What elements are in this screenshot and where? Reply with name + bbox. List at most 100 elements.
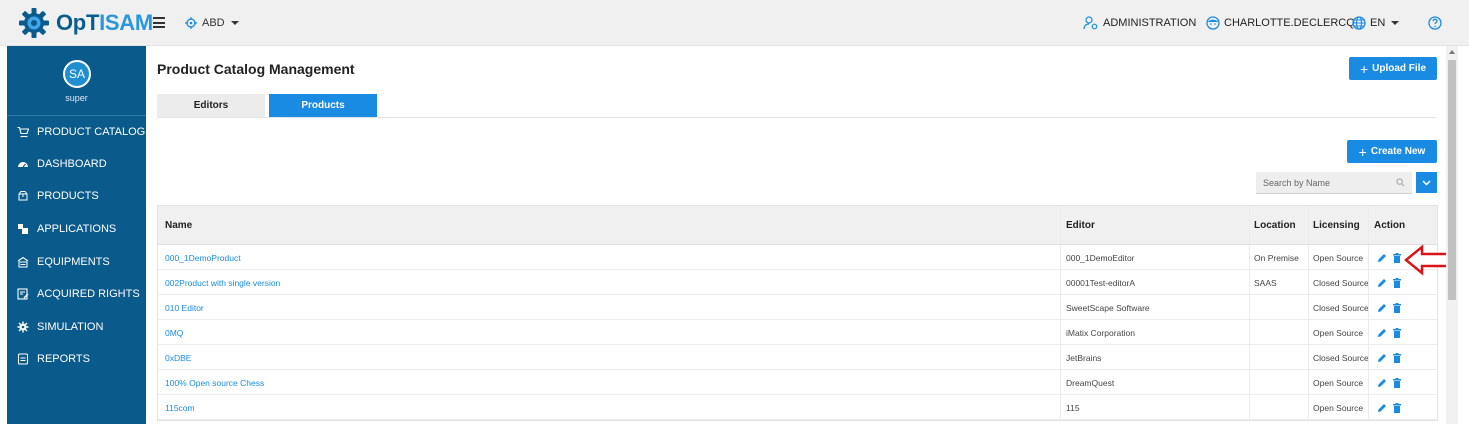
search-input[interactable] (1263, 177, 1383, 188)
action-cell (1377, 295, 1401, 320)
avatar[interactable]: SA (63, 60, 91, 88)
column-header-location[interactable]: Location (1254, 206, 1296, 245)
sidebar-item-label: PRODUCTS (37, 190, 99, 202)
tab-editors[interactable]: Editors (157, 94, 265, 117)
products-table: Name Editor Location Licensing Action 00… (157, 205, 1438, 421)
search-icon[interactable] (1396, 178, 1405, 187)
create-new-button[interactable]: + Create New (1347, 140, 1437, 163)
top-bar: OpTISAM ABD ADMINISTRATION CHARLOTTE.DEC… (0, 0, 1469, 46)
column-header-name[interactable]: Name (165, 206, 192, 245)
edit-pencil-icon[interactable] (1377, 353, 1387, 363)
licensing-cell: Closed Source (1313, 352, 1369, 363)
search-options-button[interactable] (1416, 172, 1437, 193)
user-label: CHARLOTTE.DECLERCQ (1224, 17, 1355, 29)
action-cell (1377, 270, 1401, 295)
edit-pencil-icon[interactable] (1377, 303, 1387, 313)
upload-file-button[interactable]: + Upload File (1349, 57, 1437, 80)
server-icon (17, 256, 29, 268)
column-header-licensing[interactable]: Licensing (1313, 206, 1360, 245)
menu-toggle-icon[interactable] (153, 17, 165, 28)
create-new-label: Create New (1370, 146, 1426, 157)
edit-pencil-icon[interactable] (1377, 378, 1387, 388)
sidebar-item-products[interactable]: PRODUCTS (17, 188, 99, 204)
language-label: EN (1370, 17, 1386, 29)
tenant-label: ABD (202, 17, 225, 29)
edit-pencil-icon[interactable] (1377, 253, 1387, 263)
rights-icon (17, 288, 29, 300)
sidebar-item-product-catalog[interactable]: PRODUCT CATALOG (17, 124, 145, 140)
column-header-action: Action (1374, 220, 1406, 231)
sidebar-item-applications[interactable]: APPLICATIONS (17, 221, 116, 237)
cart-icon (17, 126, 29, 138)
page-title: Product Catalog Management (157, 61, 355, 77)
action-cell (1377, 245, 1401, 270)
scroll-up-arrow-icon[interactable] (1449, 50, 1455, 54)
upload-file-label: Upload File (1372, 63, 1427, 74)
licensing-cell: Closed Source (1313, 302, 1369, 313)
action-cell (1377, 395, 1401, 420)
sidebar-item-label: APPLICATIONS (37, 223, 117, 235)
edit-pencil-icon[interactable] (1377, 278, 1387, 288)
sidebar-item-simulation[interactable]: SIMULATION (17, 319, 103, 335)
table-header: Name Editor Location Licensing Action (158, 206, 1437, 245)
editor-cell: DreamQuest (1066, 377, 1115, 388)
licensing-cell: Open Source (1313, 327, 1364, 338)
sidebar-item-label: REPORTS (37, 353, 90, 365)
chevron-down-icon (1422, 179, 1431, 186)
action-cell (1377, 320, 1401, 345)
delete-trash-icon[interactable] (1393, 402, 1401, 413)
table-row: 010 Editor SweetScape Software Closed Sour… (158, 295, 1437, 320)
tenant-selector[interactable]: ABD (185, 14, 239, 32)
table-row: 000_1DemoProduct 000_1DemoEditor On Premis… (158, 245, 1437, 270)
sidebar-item-dashboard[interactable]: DASHBOARD (17, 156, 107, 172)
chevron-down-icon (230, 21, 239, 25)
product-name-link[interactable]: 010 Editor (165, 295, 204, 320)
product-name-link[interactable]: 000_1DemoProduct (165, 245, 241, 270)
box-icon (18, 191, 28, 201)
sidebar-item-equipments[interactable]: EQUIPMENTS (17, 254, 110, 270)
vertical-scrollbar[interactable] (1446, 46, 1458, 424)
product-name-link[interactable]: 0MQ (165, 320, 183, 345)
table-row: 0MQ iMatix Corporation Open Source (158, 320, 1437, 345)
app-logo[interactable]: OpTISAM (18, 6, 153, 40)
edit-pencil-icon[interactable] (1377, 403, 1387, 413)
delete-trash-icon[interactable] (1393, 327, 1401, 338)
editor-cell: SweetScape Software (1066, 302, 1150, 313)
product-name-link[interactable]: 115com (165, 395, 195, 420)
sidebar-item-acquired-rights[interactable]: ACQUIRED RIGHTS (17, 286, 140, 302)
delete-trash-icon[interactable] (1393, 352, 1401, 363)
delete-trash-icon[interactable] (1393, 277, 1401, 288)
product-name-link[interactable]: 0xDBE (165, 345, 191, 370)
cubes-icon (18, 224, 28, 234)
chevron-down-icon (1391, 21, 1400, 25)
search-field (1256, 172, 1412, 194)
username: super (65, 93, 88, 103)
licensing-cell: Open Source (1313, 252, 1364, 263)
crosshair-icon (185, 17, 197, 29)
language-selector[interactable]: EN (1352, 14, 1400, 32)
delete-trash-icon[interactable] (1393, 377, 1401, 388)
app-name: OpTISAM (56, 10, 153, 35)
column-header-editor[interactable]: Editor (1066, 206, 1095, 245)
editor-cell: 000_1DemoEditor (1066, 252, 1135, 263)
product-name-link[interactable]: 100% Open source Chess (165, 370, 264, 395)
user-menu[interactable]: CHARLOTTE.DECLERCQ (1206, 14, 1355, 32)
licensing-cell: Open Source (1313, 402, 1364, 413)
scroll-thumb[interactable] (1448, 60, 1456, 300)
sidebar-item-label: ACQUIRED RIGHTS (37, 288, 140, 300)
administration-link[interactable]: ADMINISTRATION (1083, 14, 1196, 32)
globe-icon (1352, 16, 1366, 30)
delete-trash-icon[interactable] (1393, 302, 1401, 313)
report-icon (17, 353, 29, 365)
licensing-cell: Open Source (1313, 377, 1364, 388)
sidebar: SA super PRODUCT CATALOG DASHBOARD PRODU… (7, 46, 146, 424)
table-row: 100% Open source Chess DreamQuest Open Sou… (158, 370, 1437, 395)
delete-trash-icon[interactable] (1393, 252, 1401, 263)
sidebar-item-reports[interactable]: REPORTS (17, 351, 90, 367)
admin-user-icon (1083, 16, 1098, 30)
editor-cell: 00001Test-editorA (1066, 277, 1135, 288)
tab-products[interactable]: Products (269, 94, 377, 117)
product-name-link[interactable]: 002Product with single version (165, 270, 280, 295)
help-button[interactable] (1428, 14, 1446, 32)
edit-pencil-icon[interactable] (1377, 328, 1387, 338)
